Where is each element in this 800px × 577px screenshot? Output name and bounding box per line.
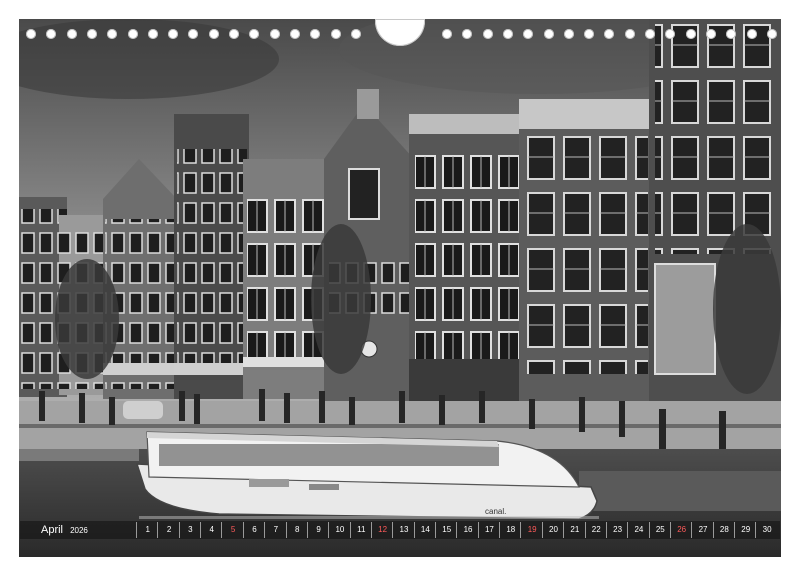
building-tall-dark	[174, 114, 249, 399]
month-year-label: April 2026	[20, 524, 136, 536]
day-cell: 11	[349, 522, 371, 538]
binding-hole	[86, 29, 97, 39]
day-cell: 14	[413, 522, 435, 538]
day-cell: 16	[456, 522, 477, 538]
binding-hole	[66, 29, 77, 39]
binding-hole	[543, 29, 554, 39]
day-cell: 10	[328, 522, 349, 538]
binding-hole	[229, 29, 239, 39]
binding-hole	[107, 29, 118, 39]
day-cell: 1	[136, 522, 157, 538]
day-cell: 23	[605, 522, 627, 538]
binding-hole	[147, 29, 158, 39]
binding-hole	[563, 29, 574, 39]
month-name: April	[41, 524, 64, 536]
binding-hole	[168, 29, 179, 39]
day-cell: 15	[435, 522, 456, 538]
day-cell: 9	[306, 522, 328, 538]
day-cell: 26	[669, 522, 691, 538]
binding-hole	[726, 29, 737, 39]
binding-hole	[746, 29, 757, 39]
binding-hole	[685, 29, 696, 39]
binding-hole	[46, 29, 57, 39]
binding-hole	[442, 29, 452, 39]
calendar-page: canal. April 2026 1 2 3 4 5 6 7 8 9 10 11 12 13 14 15 1…	[0, 0, 800, 577]
binding-hole	[523, 29, 534, 39]
day-cell: 12	[370, 522, 392, 538]
binding-hole	[289, 29, 300, 39]
binding-hole	[462, 29, 473, 39]
binding-hole	[584, 29, 595, 39]
day-cell: 25	[648, 522, 670, 538]
binding-hole	[624, 29, 635, 39]
day-cell: 4	[200, 522, 221, 538]
day-cell: 5	[221, 522, 242, 538]
binding-hole	[645, 29, 655, 39]
day-cell: 27	[691, 522, 712, 538]
binding-hole	[310, 29, 321, 39]
day-cell: 29	[734, 522, 755, 538]
photo-illustration: canal.	[19, 19, 781, 557]
binding-hole	[705, 29, 716, 39]
binding-hole	[188, 29, 199, 39]
day-cell: 8	[285, 522, 307, 538]
binding-hole	[665, 29, 676, 39]
month-strip: April 2026 1 2 3 4 5 6 7 8 9 10 11 12 13 14 15 16 17 18 19…	[20, 521, 780, 539]
parked-car	[123, 401, 163, 419]
building-gable-brick	[103, 159, 177, 399]
binding-hole	[269, 29, 280, 39]
day-cell: 7	[264, 522, 285, 538]
building-brick-right	[519, 99, 651, 404]
year-label: 2026	[70, 526, 88, 535]
binding-hole	[330, 29, 341, 39]
binding-hole	[350, 29, 361, 39]
day-cells: 1 2 3 4 5 6 7 8 9 10 11 12 13 14 15 16 17 18 19 20 21 22 23 24 2…	[136, 522, 777, 538]
day-cell: 30	[755, 522, 776, 538]
day-cell: 6	[242, 522, 264, 538]
day-cell: 13	[392, 522, 413, 538]
binding-hole	[26, 29, 36, 39]
binding-hole	[482, 29, 493, 39]
spiral-binding	[0, 19, 800, 46]
binding-hole	[249, 29, 260, 39]
hanger-notch	[375, 19, 425, 46]
day-cell: 24	[627, 522, 648, 538]
day-cell: 18	[499, 522, 520, 538]
building-brick-center	[409, 114, 521, 404]
day-cell: 28	[712, 522, 734, 538]
day-cell: 19	[520, 522, 541, 538]
day-cell: 3	[178, 522, 200, 538]
day-cell: 17	[477, 522, 499, 538]
day-cell: 20	[541, 522, 563, 538]
day-cell: 2	[157, 522, 178, 538]
canal-houses-photo: canal.	[19, 19, 781, 557]
boat-sign: canal.	[485, 507, 506, 516]
binding-hole	[604, 29, 615, 39]
day-cell: 21	[563, 522, 584, 538]
day-cell: 22	[584, 522, 606, 538]
binding-hole	[766, 29, 777, 39]
binding-hole	[208, 29, 219, 39]
binding-hole	[502, 29, 513, 39]
binding-hole	[127, 29, 138, 39]
